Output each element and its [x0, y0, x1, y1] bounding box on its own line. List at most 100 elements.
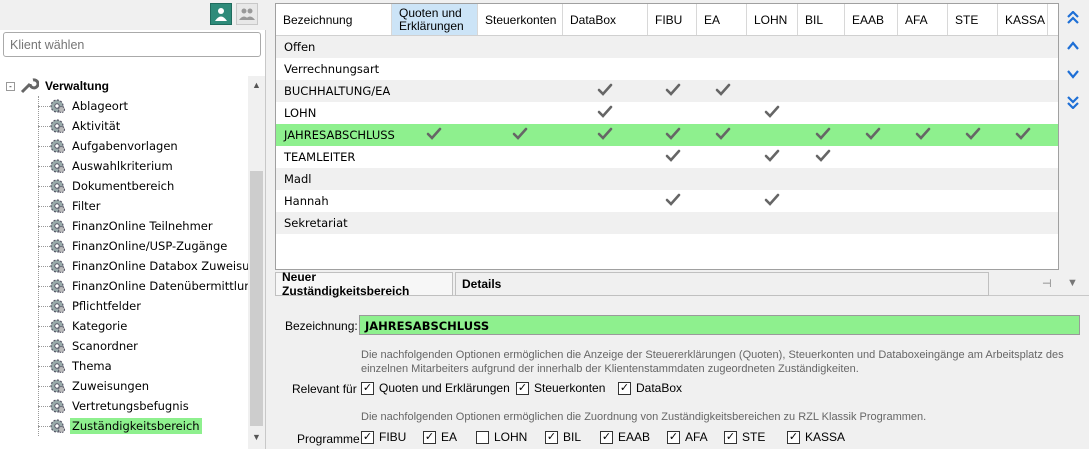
gear-icon — [48, 417, 66, 435]
collapse-icon[interactable]: - — [6, 81, 15, 91]
checkbox[interactable]: ✓ Steuerkonten — [516, 381, 605, 395]
left-toolbar — [0, 0, 266, 30]
chevron-down-icon — [1067, 70, 1079, 79]
checkbox-box[interactable]: ✓ — [361, 381, 374, 395]
checkbox-box[interactable] — [476, 430, 489, 444]
next-record-button[interactable] — [1063, 64, 1083, 84]
multi-user-button[interactable] — [236, 3, 258, 25]
programme-label: Programme — [297, 432, 360, 446]
checkbox[interactable]: ✓ Quoten und Erklärungen — [361, 381, 510, 395]
grid-row[interactable]: Hannah — [276, 190, 1058, 212]
tree-item[interactable]: Thema — [48, 356, 114, 376]
column-header[interactable]: AFA — [898, 4, 948, 35]
previous-record-button[interactable] — [1063, 36, 1083, 56]
checkbox-box[interactable]: ✓ — [600, 430, 613, 444]
bezeichnung-label: Bezeichnung: — [285, 319, 358, 333]
column-header[interactable]: FIBU — [648, 4, 697, 35]
grid-row[interactable]: BUCHHALTUNG/EA — [276, 80, 1058, 102]
checkbox[interactable]: LOHN — [476, 430, 527, 444]
bezeichnung-input[interactable]: JAHRESABSCHLUSS — [359, 315, 1080, 335]
checkbox-box[interactable]: ✓ — [361, 430, 374, 444]
tree-item[interactable]: Pflichtfelder — [48, 296, 143, 316]
column-header[interactable]: Quoten und Erklärungen — [392, 4, 478, 35]
tree-item[interactable]: Filter — [48, 196, 102, 216]
detail-panel: Bezeichnung: JAHRESABSCHLUSS Die nachfol… — [275, 297, 1089, 449]
client-search-input[interactable] — [3, 32, 261, 57]
checkbox-label: BIL — [563, 430, 582, 444]
double-chevron-up-icon — [1067, 11, 1079, 24]
checkbox-box[interactable]: ✓ — [545, 430, 558, 444]
checkbox[interactable]: ✓ EAAB — [600, 430, 650, 444]
checkbox[interactable]: ✓ FIBU — [361, 430, 406, 444]
checkbox[interactable]: ✓ BIL — [545, 430, 581, 444]
checkbox-box[interactable]: ✓ — [516, 381, 529, 395]
gear-icon — [48, 317, 66, 335]
tab-details[interactable]: Details — [455, 272, 989, 296]
checkbox[interactable]: ✓ KASSA — [787, 430, 845, 444]
pin-icon[interactable]: ⊣ — [1042, 277, 1052, 290]
checkbox-label: AFA — [685, 430, 708, 444]
scroll-down-icon[interactable]: ▼ — [252, 432, 261, 442]
tree-item[interactable]: Ablageort — [48, 96, 130, 116]
scroll-up-icon[interactable]: ▲ — [252, 80, 261, 90]
last-record-button[interactable] — [1063, 92, 1083, 112]
tree-item-label: Zuständigkeitsbereich — [70, 418, 202, 434]
tree-item[interactable]: Aktivität — [48, 116, 122, 136]
column-header[interactable]: EAAB — [845, 4, 898, 35]
tab-new-responsibility[interactable]: Neuer Zuständigkeitsbereich — [275, 270, 453, 298]
column-header[interactable]: STE — [948, 4, 998, 35]
tree-scrollbar[interactable]: ▲ ▼ — [248, 76, 265, 449]
tree-item[interactable]: Zuweisungen — [48, 376, 151, 396]
tree-item[interactable]: Vertretungsbefugnis — [48, 396, 191, 416]
tree-root[interactable]: - Verwaltung — [6, 76, 111, 96]
checkbox[interactable]: ✓ EA — [423, 430, 457, 444]
dropdown-icon[interactable]: ▼ — [1067, 277, 1078, 289]
checkbox-box[interactable]: ✓ — [787, 430, 800, 444]
grid-row[interactable]: Sekretariat — [276, 212, 1058, 234]
checkbox-box[interactable]: ✓ — [618, 381, 631, 395]
tree-item[interactable]: Zuständigkeitsbereich — [48, 416, 202, 436]
first-record-button[interactable] — [1063, 8, 1083, 28]
checkbox[interactable]: ✓ STE — [724, 430, 765, 444]
column-header[interactable]: EA — [697, 4, 747, 35]
scroll-thumb[interactable] — [250, 171, 263, 426]
tree-item[interactable]: FinanzOnline Teilnehmer — [48, 216, 215, 236]
column-header[interactable]: KASSA — [998, 4, 1048, 35]
checkbox-box[interactable]: ✓ — [724, 430, 737, 444]
grid-row[interactable]: Offen — [276, 36, 1058, 58]
grid-row[interactable]: JAHRESABSCHLUSS — [276, 124, 1058, 146]
row-label: LOHN — [284, 106, 317, 120]
column-header[interactable]: Bezeichnung — [276, 4, 392, 35]
tree-item[interactable]: FinanzOnline/USP-Zugänge — [48, 236, 229, 256]
single-user-button[interactable] — [210, 3, 232, 25]
gear-icon — [48, 157, 66, 175]
checkbox[interactable]: ✓ DataBox — [618, 381, 682, 395]
tree-item[interactable]: Auswahlkriterium — [48, 156, 175, 176]
tree-item[interactable]: Kategorie — [48, 316, 129, 336]
checkbox-label: KASSA — [805, 430, 846, 444]
gear-icon — [48, 277, 66, 295]
checkbox-box[interactable]: ✓ — [667, 430, 680, 444]
column-header[interactable]: DataBox — [563, 4, 648, 35]
tree-item-label: Dokumentbereich — [72, 179, 175, 193]
gear-icon — [48, 197, 66, 215]
grid-row[interactable]: LOHN — [276, 102, 1058, 124]
checkbox-box[interactable]: ✓ — [423, 430, 436, 444]
column-header[interactable]: LOHN — [747, 4, 798, 35]
tree-item[interactable]: Scanordner — [48, 336, 140, 356]
checkbox[interactable]: ✓ AFA — [667, 430, 708, 444]
grid-row[interactable]: TEAMLEITER — [276, 146, 1058, 168]
tree-item-label: FinanzOnline/USP-Zugänge — [72, 239, 228, 253]
tree-item[interactable]: FinanzOnline Datenübermittlungen — [48, 276, 248, 296]
row-label: Sekretariat — [284, 216, 348, 230]
tree-item[interactable]: Dokumentbereich — [48, 176, 176, 196]
gear-icon — [48, 357, 66, 375]
gear-icon — [48, 377, 66, 395]
row-label: Offen — [284, 40, 316, 54]
grid-row[interactable]: Madl — [276, 168, 1058, 190]
grid-row[interactable]: Verrechnungsart — [276, 58, 1058, 80]
column-header[interactable]: BIL — [798, 4, 845, 35]
tree-item[interactable]: Aufgabenvorlagen — [48, 136, 180, 156]
column-header[interactable]: Steuerkonten — [478, 4, 563, 35]
tree-item[interactable]: FinanzOnline Databox Zuweisungen — [48, 256, 248, 276]
